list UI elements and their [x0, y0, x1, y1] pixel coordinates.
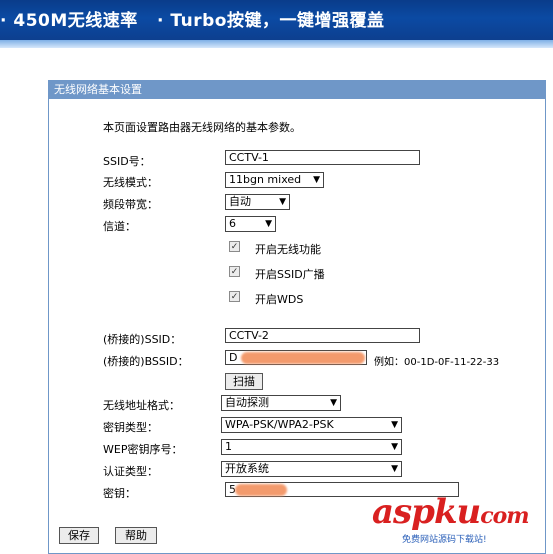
wireless-basic-settings-panel: 无线网络基本设置 本页面设置路由器无线网络的基本参数。 SSID号： 无线模式：…	[48, 80, 546, 554]
bssid-example: 例如：00-1D-0F-11-22-33	[374, 357, 500, 368]
bandwidth-select[interactable]: 自动 ▼	[225, 194, 290, 210]
help-button[interactable]: 帮助	[115, 527, 157, 544]
bridge-ssid-label: (桥接的)SSID：	[103, 333, 182, 346]
key-type-select[interactable]: WPA-PSK/WPA2-PSK ▼	[221, 417, 402, 433]
ssid-input[interactable]	[225, 150, 420, 165]
dropdown-arrow-icon: ▼	[391, 442, 398, 452]
bridge-bssid-label: (桥接的)BSSID：	[103, 355, 189, 368]
enable-ssid-broadcast-checkbox[interactable]: ✓	[229, 266, 240, 277]
bridge-ssid-input[interactable]	[225, 328, 420, 343]
dropdown-arrow-icon: ▼	[391, 420, 398, 430]
watermark-text: aspkucom	[372, 492, 530, 532]
enable-wds-label: 开启WDS	[255, 293, 304, 306]
enable-wireless-label: 开启无线功能	[255, 243, 321, 256]
watermark-logo: aspkucom 免费网站源码下载站!	[372, 492, 553, 552]
channel-select[interactable]: 6 ▼	[225, 216, 276, 232]
enable-wireless-checkbox[interactable]: ✓	[229, 241, 240, 252]
intro-text: 本页面设置路由器无线网络的基本参数。	[103, 121, 301, 134]
bandwidth-select-value: 自动	[229, 195, 251, 208]
channel-select-value: 6	[229, 217, 236, 230]
redaction-blur	[241, 352, 365, 364]
channel-label: 信道：	[103, 220, 136, 233]
watermark-subtitle: 免费网站源码下载站!	[402, 535, 487, 545]
key-type-label: 密钥类型：	[103, 421, 158, 434]
save-button[interactable]: 保存	[59, 527, 99, 544]
banner-stripe	[0, 40, 553, 48]
dropdown-arrow-icon: ▼	[391, 464, 398, 474]
mode-label: 无线模式：	[103, 176, 158, 189]
key-type-select-value: WPA-PSK/WPA2-PSK	[225, 418, 334, 431]
bandwidth-label: 频段带宽：	[103, 198, 158, 211]
auth-type-select[interactable]: 开放系统 ▼	[221, 461, 402, 477]
wep-index-select-value: 1	[225, 440, 232, 453]
enable-ssid-broadcast-label: 开启SSID广播	[255, 268, 325, 281]
enable-wds-checkbox[interactable]: ✓	[229, 291, 240, 302]
panel-title: 无线网络基本设置	[49, 81, 545, 99]
banner-text: · 450M无线速率 · Turbo按键，一键增强覆盖	[0, 11, 385, 31]
addr-format-select-value: 自动探测	[225, 396, 269, 409]
dropdown-arrow-icon: ▼	[313, 175, 320, 185]
key-label: 密钥：	[103, 487, 136, 500]
mode-select-value: 11bgn mixed	[229, 173, 302, 186]
redaction-blur	[235, 484, 287, 496]
auth-type-select-value: 开放系统	[225, 462, 269, 475]
addr-format-label: 无线地址格式：	[103, 399, 180, 412]
dropdown-arrow-icon: ▼	[265, 219, 272, 229]
ssid-label: SSID号：	[103, 155, 151, 168]
wep-index-label: WEP密钥序号：	[103, 443, 183, 456]
addr-format-select[interactable]: 自动探测 ▼	[221, 395, 341, 411]
scan-button[interactable]: 扫描	[225, 373, 263, 390]
dropdown-arrow-icon: ▼	[330, 398, 337, 408]
wep-index-select[interactable]: 1 ▼	[221, 439, 402, 455]
mode-select[interactable]: 11bgn mixed ▼	[225, 172, 324, 188]
auth-type-label: 认证类型：	[103, 465, 158, 478]
top-banner: · 450M无线速率 · Turbo按键，一键增强覆盖	[0, 0, 553, 40]
dropdown-arrow-icon: ▼	[279, 197, 286, 207]
